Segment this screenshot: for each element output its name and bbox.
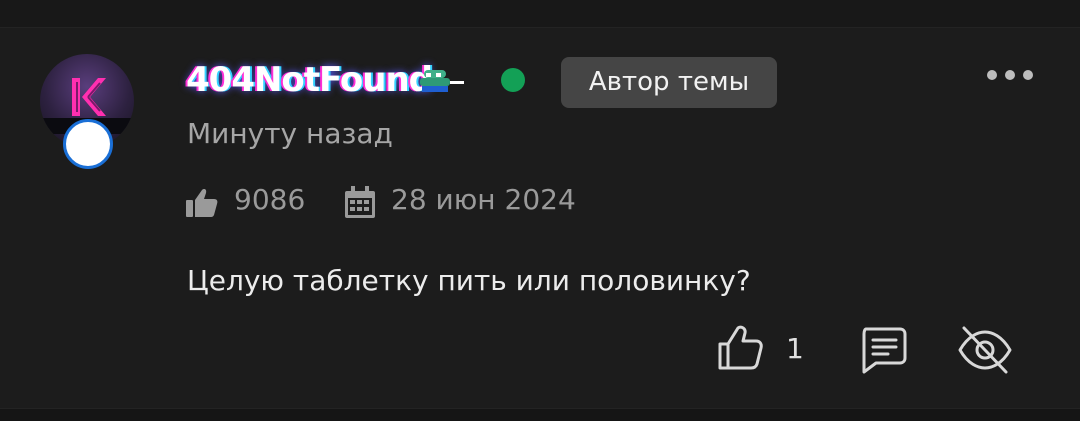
author-badge: Автор темы	[561, 57, 777, 108]
eye-off-icon[interactable]	[956, 324, 1014, 376]
avatar-status-badge	[63, 119, 113, 169]
comment-text: Целую таблетку пить или половинку?	[187, 264, 751, 297]
user-likes-count: 9086	[234, 183, 306, 216]
thumbs-up-icon	[186, 189, 218, 217]
like-button[interactable]: 1	[716, 324, 806, 376]
bottom-separator	[0, 408, 1080, 421]
user-registration-date: 28 июн 2024	[391, 183, 576, 216]
pepe-icon	[420, 70, 464, 92]
like-count: 1	[786, 332, 804, 365]
thumbs-up-icon	[718, 325, 763, 370]
top-separator	[0, 0, 1080, 28]
online-indicator	[501, 68, 525, 92]
calendar-icon	[345, 186, 375, 218]
avatar-logo-icon	[72, 78, 106, 116]
username[interactable]: 404NotFound	[186, 60, 433, 100]
more-icon[interactable]	[986, 68, 1034, 82]
post-time: Минуту назад	[187, 117, 393, 150]
comment-card	[0, 28, 1080, 408]
reply-icon[interactable]	[858, 325, 908, 375]
